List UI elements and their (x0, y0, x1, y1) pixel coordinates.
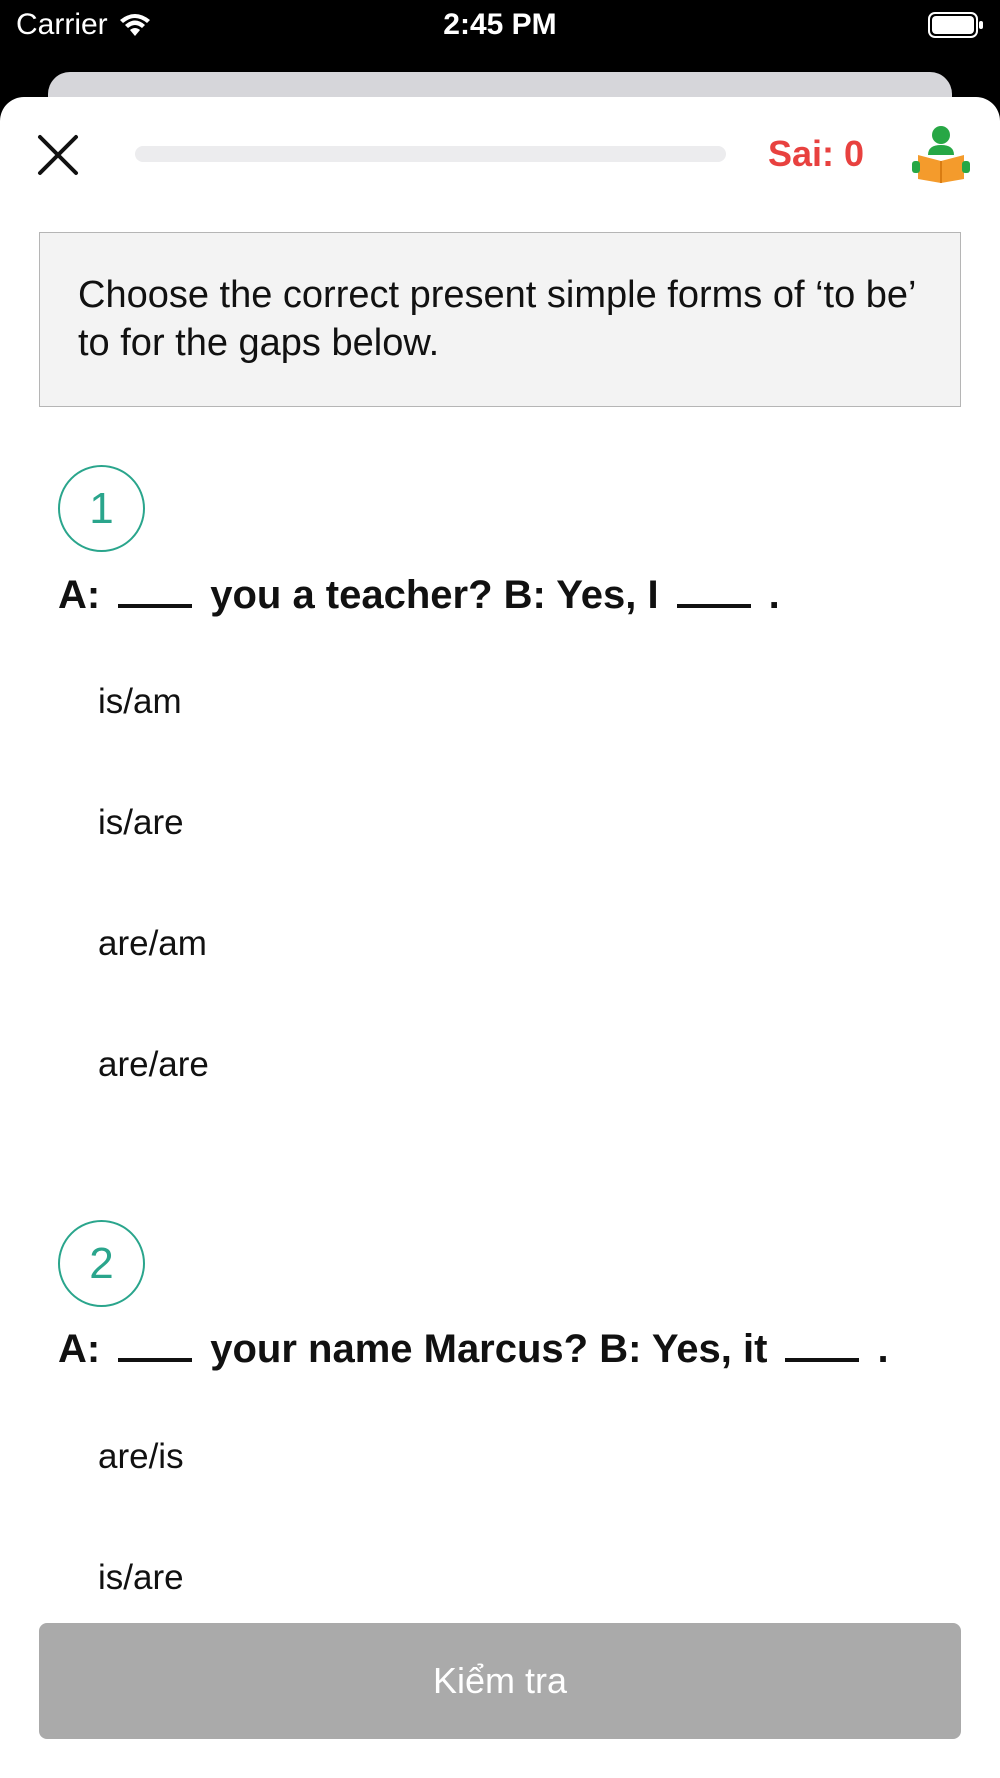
option-are-am[interactable]: are/am (58, 899, 942, 989)
wrong-count: Sai: 0 (767, 133, 864, 174)
status-time: 2:45 PM (443, 8, 557, 41)
question-text: A: your name Marcus? B: Yes, it. (58, 1327, 988, 1372)
question-part: . (768, 573, 780, 617)
quiz-sheet: Sai: 0 Choose the correct present simple… (0, 97, 1000, 1778)
question-number: 1 (58, 465, 145, 552)
blank (785, 1358, 860, 1362)
check-button[interactable]: Kiểm tra (39, 1623, 961, 1739)
question-text: A: you a teacher? B: Yes, I. (58, 573, 988, 618)
status-bar: Carrier 2:45 PM (0, 0, 1000, 72)
question-part: A: (58, 573, 101, 617)
reading-person-icon[interactable] (912, 125, 970, 183)
option-is-are[interactable]: is/are (58, 1533, 942, 1623)
blank (118, 604, 193, 608)
battery-icon (928, 12, 983, 38)
option-is-are[interactable]: is/are (58, 778, 942, 868)
option-are-are[interactable]: are/are (58, 1020, 942, 1110)
question-part: . (877, 1327, 889, 1371)
question-part: your name Marcus? B: Yes, it (210, 1327, 768, 1371)
option-is-am[interactable]: is/am (58, 657, 942, 747)
option-are-is[interactable]: are/is (58, 1412, 942, 1502)
blank (118, 1358, 193, 1362)
blank (676, 604, 751, 608)
question-part: you a teacher? B: Yes, I (210, 573, 659, 617)
question-part: A: (58, 1327, 101, 1371)
instruction-box: Choose the correct present simple forms … (39, 232, 961, 407)
close-icon[interactable] (32, 129, 84, 181)
question-number: 2 (58, 1220, 145, 1307)
instruction-text: Choose the correct present simple forms … (78, 274, 916, 364)
progress-bar (135, 146, 726, 162)
